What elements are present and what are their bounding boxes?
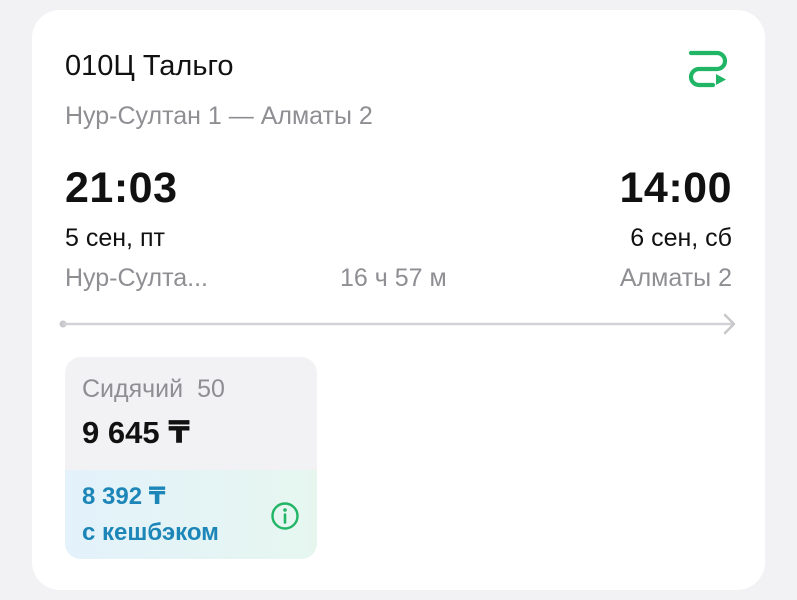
cashback-price: 8 392 ₸ xyxy=(82,483,166,510)
fare-price: 9 645 ₸ xyxy=(82,415,190,450)
cashback-label: с кешбэком xyxy=(82,519,219,546)
arrival-station: Алматы 2 xyxy=(619,264,732,292)
departure-station: Нур-Султа... xyxy=(65,264,209,292)
arrival-time: 14:00 xyxy=(619,164,732,212)
info-icon[interactable] xyxy=(270,501,300,531)
fare-seats-count: 50 xyxy=(197,375,225,403)
route-text: Нур-Султан 1 — Алматы 2 xyxy=(65,102,373,130)
arrival-date: 6 сен, сб xyxy=(630,224,732,252)
timeline-arrow xyxy=(59,313,736,335)
fare-class: Сидячий 50 xyxy=(82,375,225,404)
trip-duration: 16 ч 57 м xyxy=(340,264,447,292)
train-name: 010Ц Тальго xyxy=(65,50,234,82)
fare-option[interactable]: Сидячий 50 9 645 ₸ 8 392 ₸ с кешбэком xyxy=(65,357,317,559)
departure-time: 21:03 xyxy=(65,164,178,212)
route-icon[interactable] xyxy=(687,48,729,88)
train-card[interactable]: 010Ц Тальго Нур-Султан 1 — Алматы 2 21:0… xyxy=(32,10,765,590)
cashback-block[interactable]: 8 392 ₸ с кешбэком xyxy=(65,470,317,559)
fare-class-label: Сидячий xyxy=(82,375,184,403)
departure-date: 5 сен, пт xyxy=(65,224,165,252)
